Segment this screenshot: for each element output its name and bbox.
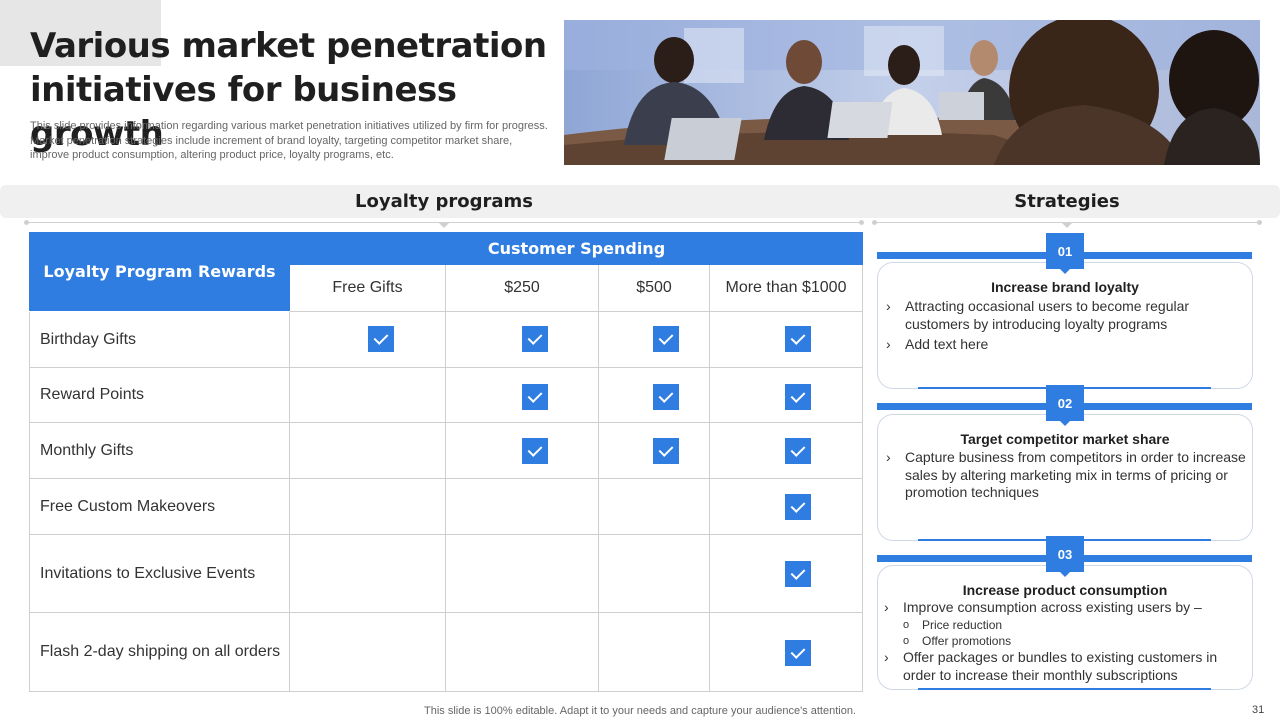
- strategy-1-bullet-1: › Attracting occasional users to become r…: [886, 298, 1190, 332]
- checkmark-icon: [785, 326, 811, 352]
- checkmark-icon: [785, 494, 811, 520]
- row-label: Birthday Gifts: [29, 312, 290, 368]
- row-label: Invitations to Exclusive Events: [29, 535, 290, 613]
- table-cell: [710, 535, 863, 613]
- strategy-3-bullet-2: › Offer packages or bundles to existing c…: [884, 649, 1218, 683]
- table-cell: [290, 312, 446, 368]
- strategy-1-bullet-2: › Add text here: [886, 336, 989, 352]
- checkmark-icon: [368, 326, 394, 352]
- strategy-3-subbullet-1: o Price reduction: [903, 618, 1003, 632]
- table-cell: [290, 368, 446, 423]
- strategy-2-title: Target competitor market share: [960, 431, 1170, 447]
- column-header-250: $250: [446, 265, 599, 312]
- bullet-marker: ›: [884, 649, 889, 665]
- checkmark-icon: [522, 326, 548, 352]
- checkmark-icon: [653, 384, 679, 410]
- strategy-3-number: 03: [1046, 536, 1084, 577]
- strategy-1-title: Increase brand loyalty: [991, 279, 1139, 295]
- checkmark-icon: [653, 438, 679, 464]
- checkmark-icon: [522, 384, 548, 410]
- strategy-2-bullet-1: › Capture business from competitors in or…: [886, 449, 1246, 500]
- column-header-free-gifts: Free Gifts: [290, 265, 446, 312]
- checkmark-icon: [785, 561, 811, 587]
- strategy-3-subbullet-2: o Offer promotions: [903, 634, 1012, 648]
- row-label: Free Custom Makeovers: [29, 479, 290, 535]
- table-cell: [710, 312, 863, 368]
- subbullet-marker: o: [903, 619, 910, 631]
- meeting-photo: [564, 20, 1260, 165]
- checkmark-icon: [785, 640, 811, 666]
- table-cell: [446, 312, 599, 368]
- bullet-marker: ›: [884, 599, 889, 615]
- table-corner-header: Loyalty Program Rewards: [29, 232, 290, 311]
- table-cell: [446, 613, 599, 692]
- checkmark-icon: [785, 438, 811, 464]
- bullet-marker: ›: [886, 449, 891, 465]
- subbullet-marker: o: [903, 635, 910, 647]
- row-label: Reward Points: [29, 368, 290, 423]
- table-cell: [599, 479, 710, 535]
- table-cell: [290, 479, 446, 535]
- table-cell: [599, 423, 710, 479]
- customer-spending-header: Customer Spending: [290, 232, 863, 265]
- row-label: Flash 2-day shipping on all orders: [29, 613, 290, 692]
- table-cell: [446, 535, 599, 613]
- table-cell: [446, 423, 599, 479]
- table-cell: [599, 613, 710, 692]
- page-number: 31: [1252, 704, 1265, 716]
- strategy-3-underline: [918, 688, 1211, 690]
- table-cell: [446, 479, 599, 535]
- strategies-divider-pointer: [1062, 223, 1072, 228]
- table-cell: [599, 312, 710, 368]
- table-cell: [710, 423, 863, 479]
- table-cell: [710, 613, 863, 692]
- table-cell: [290, 535, 446, 613]
- table-cell: [290, 613, 446, 692]
- table-cell: [599, 368, 710, 423]
- strategies-heading: Strategies: [1014, 191, 1120, 212]
- loyalty-programs-heading: Loyalty programs: [355, 191, 533, 212]
- table-cell: [710, 479, 863, 535]
- table-cell: [710, 368, 863, 423]
- strategy-3-bullet-1: › Improve consumption across existing use…: [884, 599, 1202, 615]
- loyalty-divider-pointer: [439, 223, 449, 228]
- column-header-500: $500: [599, 265, 710, 312]
- column-header-1000-plus: More than $1000: [710, 265, 863, 312]
- strategy-2-number: 02: [1046, 385, 1084, 426]
- checkmark-icon: [522, 438, 548, 464]
- table-cell: [599, 535, 710, 613]
- strategy-1-number: 01: [1046, 233, 1084, 274]
- footer-note: This slide is 100% editable. Adapt it to…: [424, 705, 856, 717]
- checkmark-icon: [653, 326, 679, 352]
- title-line-1: Various market penetration: [30, 26, 547, 66]
- bullet-marker: ›: [886, 336, 891, 352]
- table-cell: [290, 423, 446, 479]
- strategy-3-title: Increase product consumption: [962, 582, 1168, 598]
- table-cell: [446, 368, 599, 423]
- checkmark-icon: [785, 384, 811, 410]
- row-label: Monthly Gifts: [29, 423, 290, 479]
- slide-subtitle: This slide provides information regardin…: [30, 120, 548, 161]
- loyalty-table: Loyalty Program Rewards Customer Spendin…: [29, 232, 863, 692]
- bullet-marker: ›: [886, 298, 891, 314]
